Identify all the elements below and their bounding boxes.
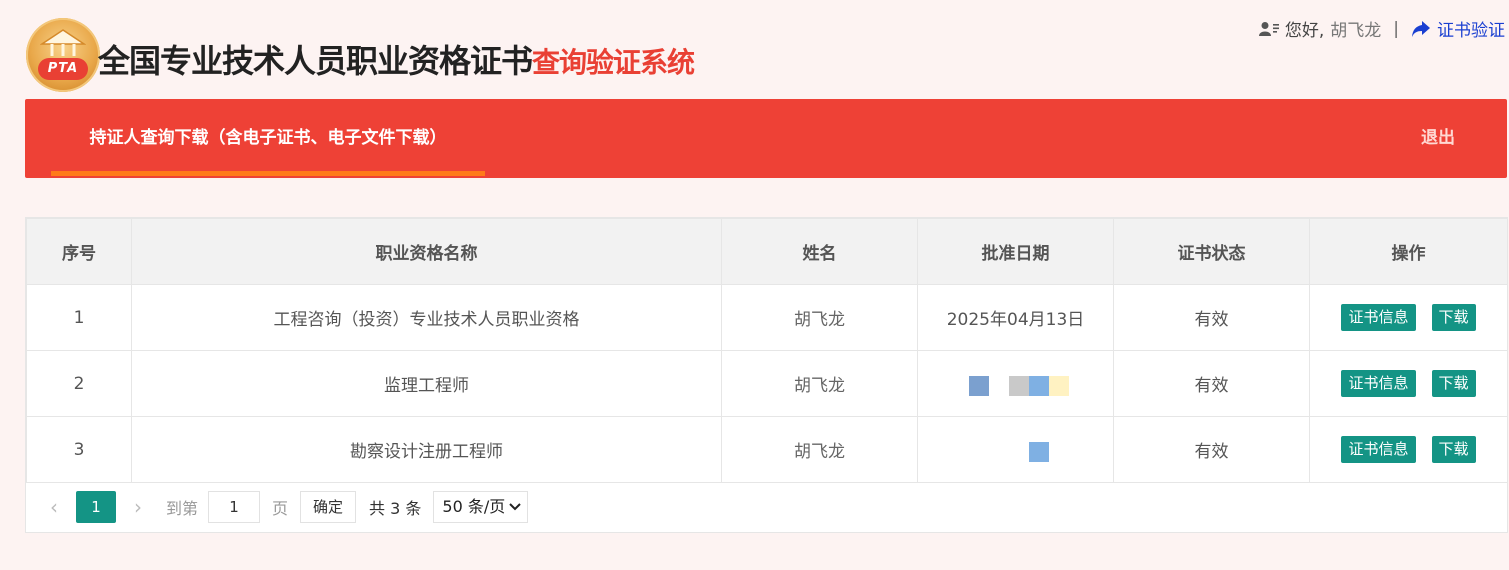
cell-holder: 胡飞龙 bbox=[721, 350, 918, 417]
user-bar: 您好, 胡飞龙 | 证书验证 bbox=[1258, 16, 1505, 41]
cell-status: 有效 bbox=[1113, 350, 1310, 417]
column-header-index: 序号 bbox=[26, 218, 132, 285]
cell-holder: 胡飞龙 bbox=[721, 416, 918, 483]
site-title: 全国专业技术人员职业资格证书查询验证系统 bbox=[98, 36, 695, 82]
certificate-info-button[interactable]: 证书信息 bbox=[1341, 436, 1416, 463]
user-icon bbox=[1258, 21, 1279, 36]
cell-qualification: 勘察设计注册工程师 bbox=[131, 416, 722, 483]
confirm-page-button[interactable]: 确定 bbox=[300, 491, 357, 523]
site-title-main: 全国专业技术人员职业资格证书 bbox=[98, 42, 533, 80]
cell-holder: 胡飞龙 bbox=[721, 284, 918, 351]
cell-qualification: 工程咨询（投资）专业技术人员职业资格 bbox=[131, 284, 722, 351]
table-row: 3 勘察设计注册工程师 胡飞龙 有效 证书信息 下载 bbox=[26, 416, 1508, 483]
page-1-button[interactable]: 1 bbox=[76, 491, 116, 523]
cell-index: 2 bbox=[26, 350, 132, 417]
greeting-text: 您好, bbox=[1284, 21, 1325, 41]
cell-approval-date-redacted bbox=[917, 350, 1114, 417]
next-page-icon[interactable]: › bbox=[116, 495, 160, 519]
redaction-mosaic bbox=[961, 372, 1071, 396]
share-arrow-icon bbox=[1412, 20, 1430, 37]
main-nav: 持证人查询下载（含电子证书、电子文件下载） 退出 bbox=[25, 99, 1507, 178]
table-row: 1 工程咨询（投资）专业技术人员职业资格 胡飞龙 2025年04月13日 有效 … bbox=[26, 284, 1508, 351]
page: PTA 全国专业技术人员职业资格证书查询验证系统 您好, 胡飞龙 | 证书验证 … bbox=[0, 0, 1509, 570]
tab-label: 持证人查询下载（含电子证书、电子文件下载） bbox=[89, 128, 447, 148]
tab-holder-query-download[interactable]: 持证人查询下载（含电子证书、电子文件下载） bbox=[51, 99, 485, 178]
logout-link[interactable]: 退出 bbox=[1421, 99, 1455, 178]
certificate-info-button[interactable]: 证书信息 bbox=[1341, 304, 1416, 331]
download-button[interactable]: 下载 bbox=[1431, 370, 1476, 397]
prev-page-icon[interactable]: ‹ bbox=[32, 495, 76, 519]
page-label: 页 bbox=[272, 499, 289, 518]
column-header-holder: 姓名 bbox=[721, 218, 918, 285]
certificate-info-button[interactable]: 证书信息 bbox=[1341, 370, 1416, 397]
column-header-approval-date: 批准日期 bbox=[917, 218, 1114, 285]
pta-logo: PTA bbox=[26, 18, 100, 92]
cell-actions: 证书信息 下载 bbox=[1309, 284, 1508, 351]
page-size-value: 50 条/页 bbox=[442, 497, 506, 516]
column-header-status: 证书状态 bbox=[1113, 218, 1310, 285]
cell-status: 有效 bbox=[1113, 284, 1310, 351]
redaction-mosaic bbox=[961, 438, 1071, 462]
username: 胡飞龙 bbox=[1330, 21, 1382, 41]
total-count: 共 3 条 bbox=[369, 499, 422, 518]
logo-text: PTA bbox=[38, 58, 88, 80]
roof-emblem-icon bbox=[40, 29, 86, 56]
cell-qualification: 监理工程师 bbox=[131, 350, 722, 417]
active-tab-indicator bbox=[51, 171, 485, 176]
chevron-down-icon bbox=[509, 503, 521, 511]
verify-link-label: 证书验证 bbox=[1437, 21, 1505, 41]
cell-approval-date-redacted bbox=[917, 416, 1114, 483]
separator: | bbox=[1393, 18, 1399, 39]
cell-index: 1 bbox=[26, 284, 132, 351]
cell-actions: 证书信息 下载 bbox=[1309, 416, 1508, 483]
goto-label: 到第 bbox=[166, 499, 199, 518]
column-header-actions: 操作 bbox=[1309, 218, 1508, 285]
cell-index: 3 bbox=[26, 416, 132, 483]
table-row: 2 监理工程师 胡飞龙 有效 证书信息 下载 bbox=[26, 350, 1508, 417]
download-button[interactable]: 下载 bbox=[1431, 304, 1476, 331]
cell-approval-date: 2025年04月13日 bbox=[917, 284, 1114, 351]
column-header-qualification: 职业资格名称 bbox=[131, 218, 722, 285]
certificate-table: 序号 职业资格名称 姓名 批准日期 证书状态 操作 1 工程咨询（投资）专业技术… bbox=[25, 217, 1508, 533]
site-title-sub: 查询验证系统 bbox=[532, 46, 695, 79]
certificate-verify-link[interactable]: 证书验证 bbox=[1411, 16, 1505, 41]
page-size-select[interactable]: 50 条/页 bbox=[433, 491, 529, 523]
page-number-input[interactable]: 1 bbox=[208, 491, 261, 523]
cell-status: 有效 bbox=[1113, 416, 1310, 483]
table-header-row: 序号 职业资格名称 姓名 批准日期 证书状态 操作 bbox=[26, 218, 1508, 285]
pagination: ‹ 1 › 到第 1 页 确定 共 3 条 50 条/页 bbox=[26, 482, 1507, 532]
download-button[interactable]: 下载 bbox=[1431, 436, 1476, 463]
cell-actions: 证书信息 下载 bbox=[1309, 350, 1508, 417]
